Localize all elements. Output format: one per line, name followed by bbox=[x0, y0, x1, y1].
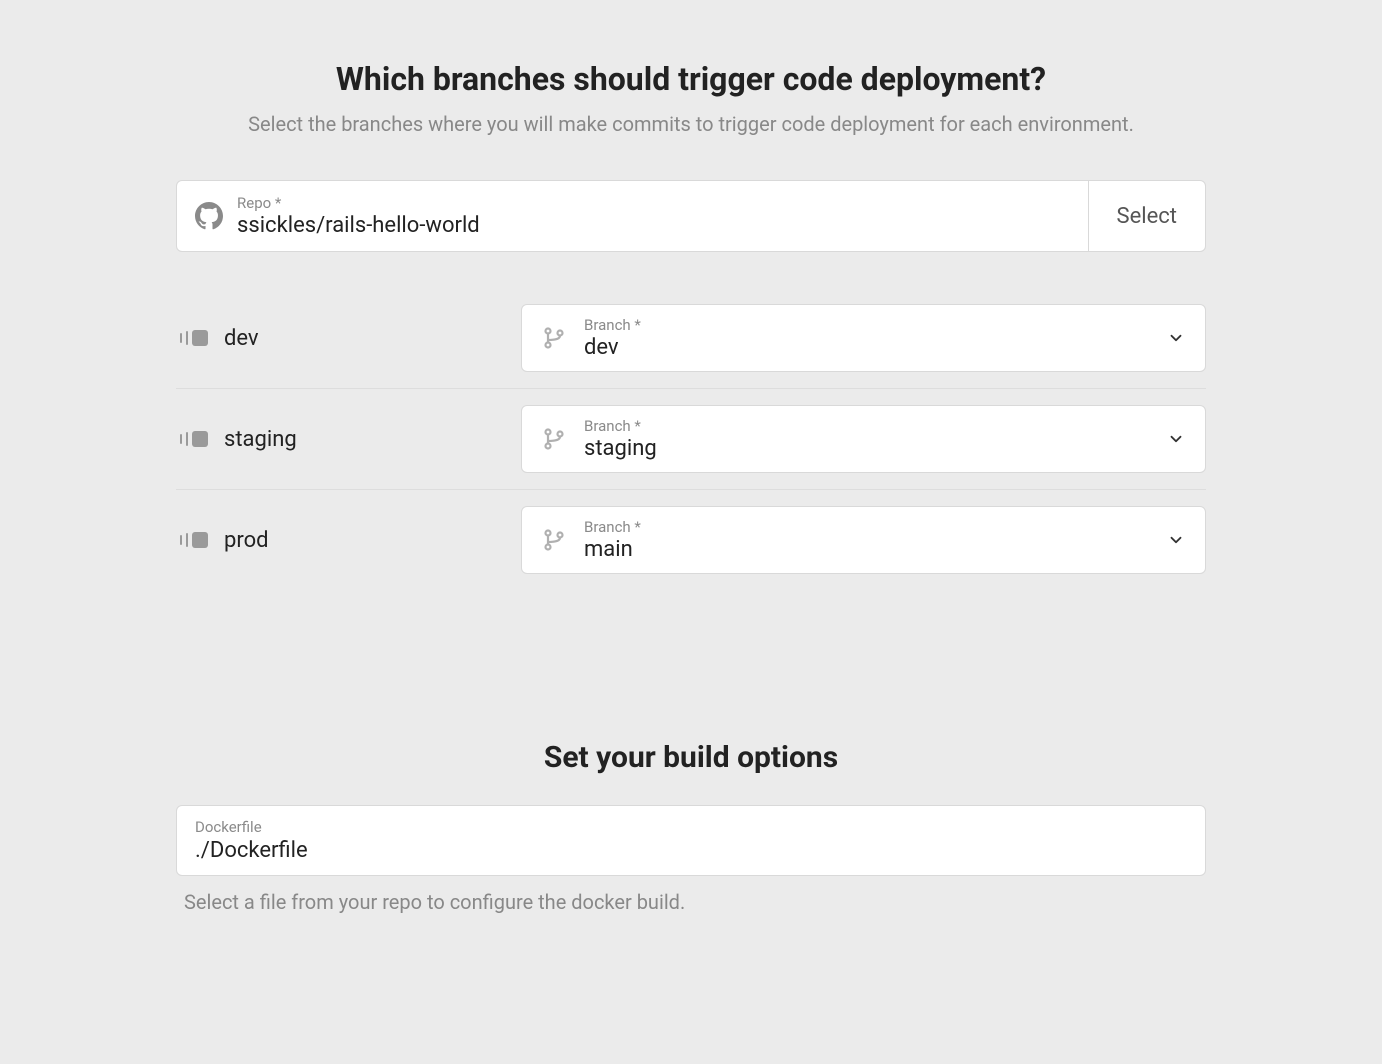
branch-select-staging[interactable]: Branch * staging bbox=[521, 405, 1206, 473]
dockerfile-input[interactable]: Dockerfile ./Dockerfile bbox=[176, 805, 1206, 876]
branch-icon bbox=[542, 325, 566, 351]
branch-field-label: Branch * bbox=[584, 417, 1149, 435]
chevron-down-icon bbox=[1167, 329, 1185, 347]
branch-icon bbox=[542, 426, 566, 452]
section-subtitle: Select the branches where you will make … bbox=[176, 112, 1206, 136]
repo-field-label: Repo * bbox=[237, 194, 480, 212]
branch-field-label: Branch * bbox=[584, 316, 1149, 334]
environment-icon bbox=[180, 330, 208, 346]
env-label-section: dev bbox=[176, 326, 521, 351]
env-row-dev: dev Branch * dev bbox=[176, 288, 1206, 388]
section-title: Which branches should trigger code deplo… bbox=[176, 60, 1206, 98]
branch-select-prod[interactable]: Branch * main bbox=[521, 506, 1206, 574]
branch-field-value: main bbox=[584, 537, 1149, 562]
branch-field-value: staging bbox=[584, 436, 1149, 461]
chevron-down-icon bbox=[1167, 531, 1185, 549]
dockerfile-field-value: ./Dockerfile bbox=[195, 838, 1187, 863]
dockerfile-helper-text: Select a file from your repo to configur… bbox=[176, 890, 1206, 914]
repo-field-value: ssickles/rails-hello-world bbox=[237, 213, 480, 238]
repo-select-button[interactable]: Select bbox=[1088, 181, 1205, 251]
env-row-staging: staging Branch * staging bbox=[176, 388, 1206, 489]
environment-list: dev Branch * dev staging bbox=[176, 288, 1206, 590]
env-label-section: prod bbox=[176, 528, 521, 553]
branch-field-value: dev bbox=[584, 335, 1149, 360]
dockerfile-field-label: Dockerfile bbox=[195, 818, 1187, 836]
env-name: prod bbox=[224, 528, 269, 553]
repo-input-area[interactable]: Repo * ssickles/rails-hello-world bbox=[177, 181, 1088, 251]
chevron-down-icon bbox=[1167, 430, 1185, 448]
env-name: dev bbox=[224, 326, 259, 351]
branch-field-label: Branch * bbox=[584, 518, 1149, 536]
env-row-prod: prod Branch * main bbox=[176, 489, 1206, 590]
environment-icon bbox=[180, 532, 208, 548]
github-icon bbox=[195, 202, 223, 230]
build-section-title: Set your build options bbox=[176, 740, 1206, 775]
branch-icon bbox=[542, 527, 566, 553]
environment-icon bbox=[180, 431, 208, 447]
env-name: staging bbox=[224, 427, 297, 452]
repo-field: Repo * ssickles/rails-hello-world Select bbox=[176, 180, 1206, 252]
env-label-section: staging bbox=[176, 427, 521, 452]
branch-select-dev[interactable]: Branch * dev bbox=[521, 304, 1206, 372]
